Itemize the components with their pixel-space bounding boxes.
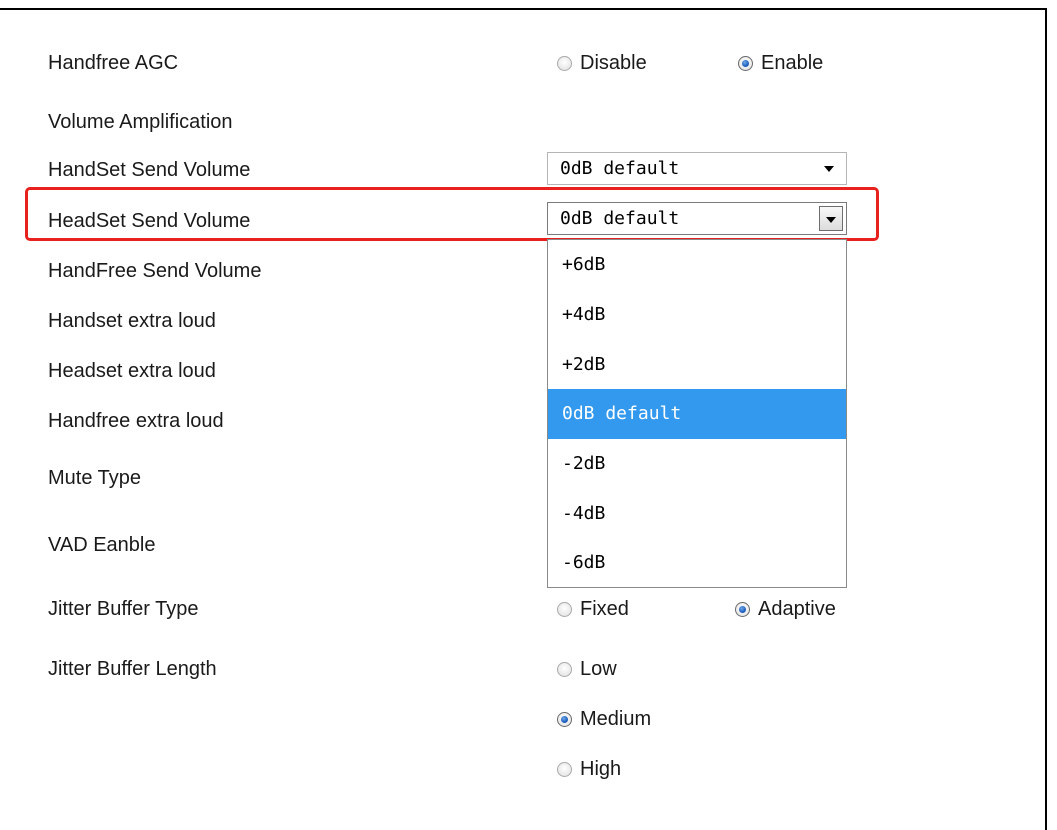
jitter-length-high-label: High xyxy=(580,758,622,780)
jitter-length-high-option[interactable]: High xyxy=(557,757,621,781)
headset-extra-loud-label: Headset extra loud xyxy=(48,360,216,382)
agc-enable-label: Enable xyxy=(761,52,824,74)
handfree-extra-loud-label: Handfree extra loud xyxy=(48,410,224,432)
agc-disable-label: Disable xyxy=(580,52,647,74)
jitter-adaptive-option[interactable]: Adaptive xyxy=(735,597,836,621)
agc-disable-radio[interactable] xyxy=(557,55,572,71)
option-0db-default[interactable]: 0dB default xyxy=(548,389,846,439)
jitter-length-low-label: Low xyxy=(580,658,617,680)
option-minus2db[interactable]: -2dB xyxy=(548,439,846,489)
agc-enable-radio[interactable] xyxy=(738,55,753,71)
option-plus6db[interactable]: +6dB xyxy=(548,240,846,290)
agc-enable-option[interactable]: Enable xyxy=(738,51,823,75)
handfree-agc-label: Handfree AGC xyxy=(48,52,179,74)
handfree-send-volume-label: HandFree Send Volume xyxy=(48,260,262,282)
jitter-fixed-label: Fixed xyxy=(580,598,629,620)
mute-type-label: Mute Type xyxy=(48,467,142,489)
jitter-fixed-radio[interactable] xyxy=(557,601,572,617)
jitter-length-medium-label: Medium xyxy=(580,708,652,730)
handset-send-volume-label: HandSet Send Volume xyxy=(48,159,251,181)
option-minus4db[interactable]: -4dB xyxy=(548,489,846,539)
handset-send-volume-select[interactable]: 0dB default xyxy=(547,152,847,185)
jitter-length-low-option[interactable]: Low xyxy=(557,657,617,681)
option-plus2db[interactable]: +2dB xyxy=(548,340,846,390)
option-minus6db[interactable]: -6dB xyxy=(548,538,846,588)
jitter-fixed-option[interactable]: Fixed xyxy=(557,597,629,621)
volume-amplification-label: Volume Amplification xyxy=(48,111,233,133)
jitter-length-medium-radio[interactable] xyxy=(557,711,572,727)
highlight-annotation xyxy=(25,187,879,241)
headset-send-volume-listbox[interactable]: +6dB +4dB +2dB 0dB default -2dB -4dB -6d… xyxy=(547,239,847,588)
jitter-buffer-length-label: Jitter Buffer Length xyxy=(48,658,217,680)
jitter-length-low-radio[interactable] xyxy=(557,661,572,677)
handset-extra-loud-label: Handset extra loud xyxy=(48,310,216,332)
jitter-buffer-type-label: Jitter Buffer Type xyxy=(48,598,199,620)
option-plus4db[interactable]: +4dB xyxy=(548,290,846,340)
jitter-adaptive-label: Adaptive xyxy=(758,598,836,620)
vad-enable-label: VAD Eanble xyxy=(48,534,156,556)
jitter-length-high-radio[interactable] xyxy=(557,761,572,777)
agc-disable-option[interactable]: Disable xyxy=(557,51,647,75)
jitter-adaptive-radio[interactable] xyxy=(735,601,750,617)
chevron-down-icon xyxy=(824,166,834,172)
handset-send-volume-value: 0dB default xyxy=(560,158,680,179)
jitter-length-medium-option[interactable]: Medium xyxy=(557,707,651,731)
